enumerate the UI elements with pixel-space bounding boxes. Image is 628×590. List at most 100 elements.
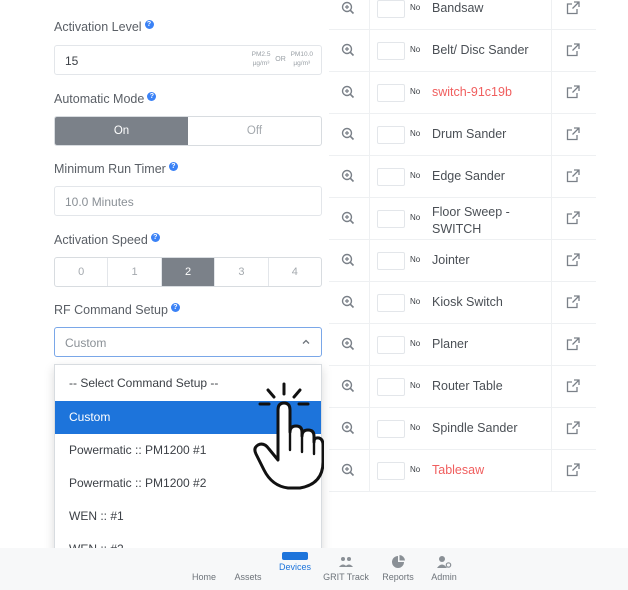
open-external-icon[interactable] bbox=[551, 240, 596, 281]
status-toggle[interactable] bbox=[377, 252, 405, 270]
pointer-hand-icon bbox=[253, 382, 324, 490]
status-toggle[interactable] bbox=[377, 294, 405, 312]
dropdown-option[interactable]: WEN :: #1 bbox=[55, 500, 321, 533]
device-name: Router Table bbox=[432, 379, 503, 393]
open-external-icon[interactable] bbox=[551, 366, 596, 407]
zoom-in-icon[interactable] bbox=[329, 324, 369, 365]
chevron-up-icon bbox=[302, 339, 310, 344]
status-toggle[interactable] bbox=[377, 0, 405, 18]
assets-icon bbox=[240, 554, 256, 570]
status-label: No bbox=[410, 423, 421, 432]
table-row: No Floor Sweep - SWITCH bbox=[329, 198, 596, 240]
speed-option-4[interactable]: 4 bbox=[269, 258, 321, 286]
status-label: No bbox=[410, 45, 421, 54]
status-toggle[interactable] bbox=[377, 462, 405, 480]
nav-devices[interactable]: Devices bbox=[272, 548, 318, 590]
open-external-icon[interactable] bbox=[551, 0, 596, 29]
zoom-in-icon[interactable] bbox=[329, 450, 369, 491]
rf-command-select[interactable]: Custom bbox=[54, 327, 322, 357]
activation-speed-label: Activation Speed? bbox=[54, 233, 160, 247]
automatic-mode-toggle: On Off bbox=[54, 116, 322, 146]
activation-level-input[interactable]: 15 PM2.5 µg/m³ OR PM10.0 µg/m³ bbox=[54, 45, 322, 75]
speed-option-1[interactable]: 1 bbox=[108, 258, 162, 286]
zoom-in-icon[interactable] bbox=[329, 366, 369, 407]
nav-assets[interactable]: Assets bbox=[228, 548, 268, 590]
zoom-in-icon[interactable] bbox=[329, 198, 369, 239]
devices-table: No Bandsaw No Belt/ Disc Sander No switc… bbox=[329, 0, 596, 492]
device-name: Belt/ Disc Sander bbox=[432, 43, 529, 57]
zoom-in-icon[interactable] bbox=[329, 240, 369, 281]
table-row: No Tablesaw bbox=[329, 450, 596, 492]
zoom-in-icon[interactable] bbox=[329, 156, 369, 197]
status-label: No bbox=[410, 3, 421, 12]
device-name: Edge Sander bbox=[432, 169, 505, 183]
table-row: No Edge Sander bbox=[329, 156, 596, 198]
nav-admin[interactable]: Admin bbox=[424, 548, 464, 590]
open-external-icon[interactable] bbox=[551, 30, 596, 71]
zoom-in-icon[interactable] bbox=[329, 72, 369, 113]
status-label: No bbox=[410, 339, 421, 348]
min-run-timer-input[interactable]: 10.0 Minutes bbox=[54, 186, 322, 216]
open-external-icon[interactable] bbox=[551, 198, 596, 239]
activation-level-label: Activation Level? bbox=[54, 20, 154, 34]
status-label: No bbox=[410, 297, 421, 306]
devices-icon bbox=[282, 552, 308, 560]
open-external-icon[interactable] bbox=[551, 156, 596, 197]
help-icon[interactable]: ? bbox=[150, 233, 160, 242]
device-name: Jointer bbox=[432, 253, 470, 267]
table-row: No Belt/ Disc Sander bbox=[329, 30, 596, 72]
device-name: Drum Sander bbox=[432, 127, 507, 141]
speed-option-3[interactable]: 3 bbox=[215, 258, 269, 286]
zoom-in-icon[interactable] bbox=[329, 282, 369, 323]
device-name: Tablesaw bbox=[432, 463, 485, 477]
activation-speed-selector: 0 1 2 3 4 bbox=[54, 257, 322, 287]
help-icon[interactable]: ? bbox=[147, 92, 157, 101]
open-external-icon[interactable] bbox=[551, 408, 596, 449]
status-toggle[interactable] bbox=[377, 84, 405, 102]
status-toggle[interactable] bbox=[377, 336, 405, 354]
automatic-mode-on-button[interactable]: On bbox=[55, 117, 188, 145]
table-row: No Jointer bbox=[329, 240, 596, 282]
device-name: Floor Sweep - SWITCH bbox=[432, 205, 510, 236]
device-name: Bandsaw bbox=[432, 1, 484, 15]
table-row: No Router Table bbox=[329, 366, 596, 408]
open-external-icon[interactable] bbox=[551, 324, 596, 365]
status-toggle[interactable] bbox=[377, 210, 405, 228]
units-label: PM2.5 µg/m³ OR PM10.0 µg/m³ bbox=[251, 51, 313, 67]
bottom-nav: Home Assets Devices GRIT Track Reports A… bbox=[0, 548, 628, 590]
zoom-in-icon[interactable] bbox=[329, 0, 369, 29]
open-external-icon[interactable] bbox=[551, 450, 596, 491]
nav-home[interactable]: Home bbox=[186, 548, 222, 590]
help-icon[interactable]: ? bbox=[144, 20, 154, 29]
speed-option-0[interactable]: 0 bbox=[55, 258, 109, 286]
open-external-icon[interactable] bbox=[551, 114, 596, 155]
help-icon[interactable]: ? bbox=[170, 303, 180, 312]
status-label: No bbox=[410, 129, 421, 138]
device-name: Kiosk Switch bbox=[432, 295, 503, 309]
speed-option-2[interactable]: 2 bbox=[161, 258, 216, 286]
open-external-icon[interactable] bbox=[551, 72, 596, 113]
reports-icon bbox=[392, 555, 405, 568]
table-row: No Bandsaw bbox=[329, 0, 596, 30]
status-label: No bbox=[410, 171, 421, 180]
rf-command-label: RF Command Setup? bbox=[54, 303, 180, 317]
grit-track-icon bbox=[339, 557, 353, 567]
nav-grit-track[interactable]: GRIT Track bbox=[318, 548, 374, 590]
help-icon[interactable]: ? bbox=[168, 162, 178, 171]
zoom-in-icon[interactable] bbox=[329, 30, 369, 71]
status-label: No bbox=[410, 381, 421, 390]
status-toggle[interactable] bbox=[377, 378, 405, 396]
zoom-in-icon[interactable] bbox=[329, 114, 369, 155]
status-toggle[interactable] bbox=[377, 420, 405, 438]
zoom-in-icon[interactable] bbox=[329, 408, 369, 449]
nav-reports[interactable]: Reports bbox=[376, 548, 420, 590]
automatic-mode-off-button[interactable]: Off bbox=[188, 117, 321, 145]
table-row: No Planer bbox=[329, 324, 596, 366]
admin-icon bbox=[437, 556, 452, 568]
open-external-icon[interactable] bbox=[551, 282, 596, 323]
status-toggle[interactable] bbox=[377, 42, 405, 60]
status-toggle[interactable] bbox=[377, 126, 405, 144]
table-row: No Spindle Sander bbox=[329, 408, 596, 450]
table-row: No Drum Sander bbox=[329, 114, 596, 156]
status-toggle[interactable] bbox=[377, 168, 405, 186]
